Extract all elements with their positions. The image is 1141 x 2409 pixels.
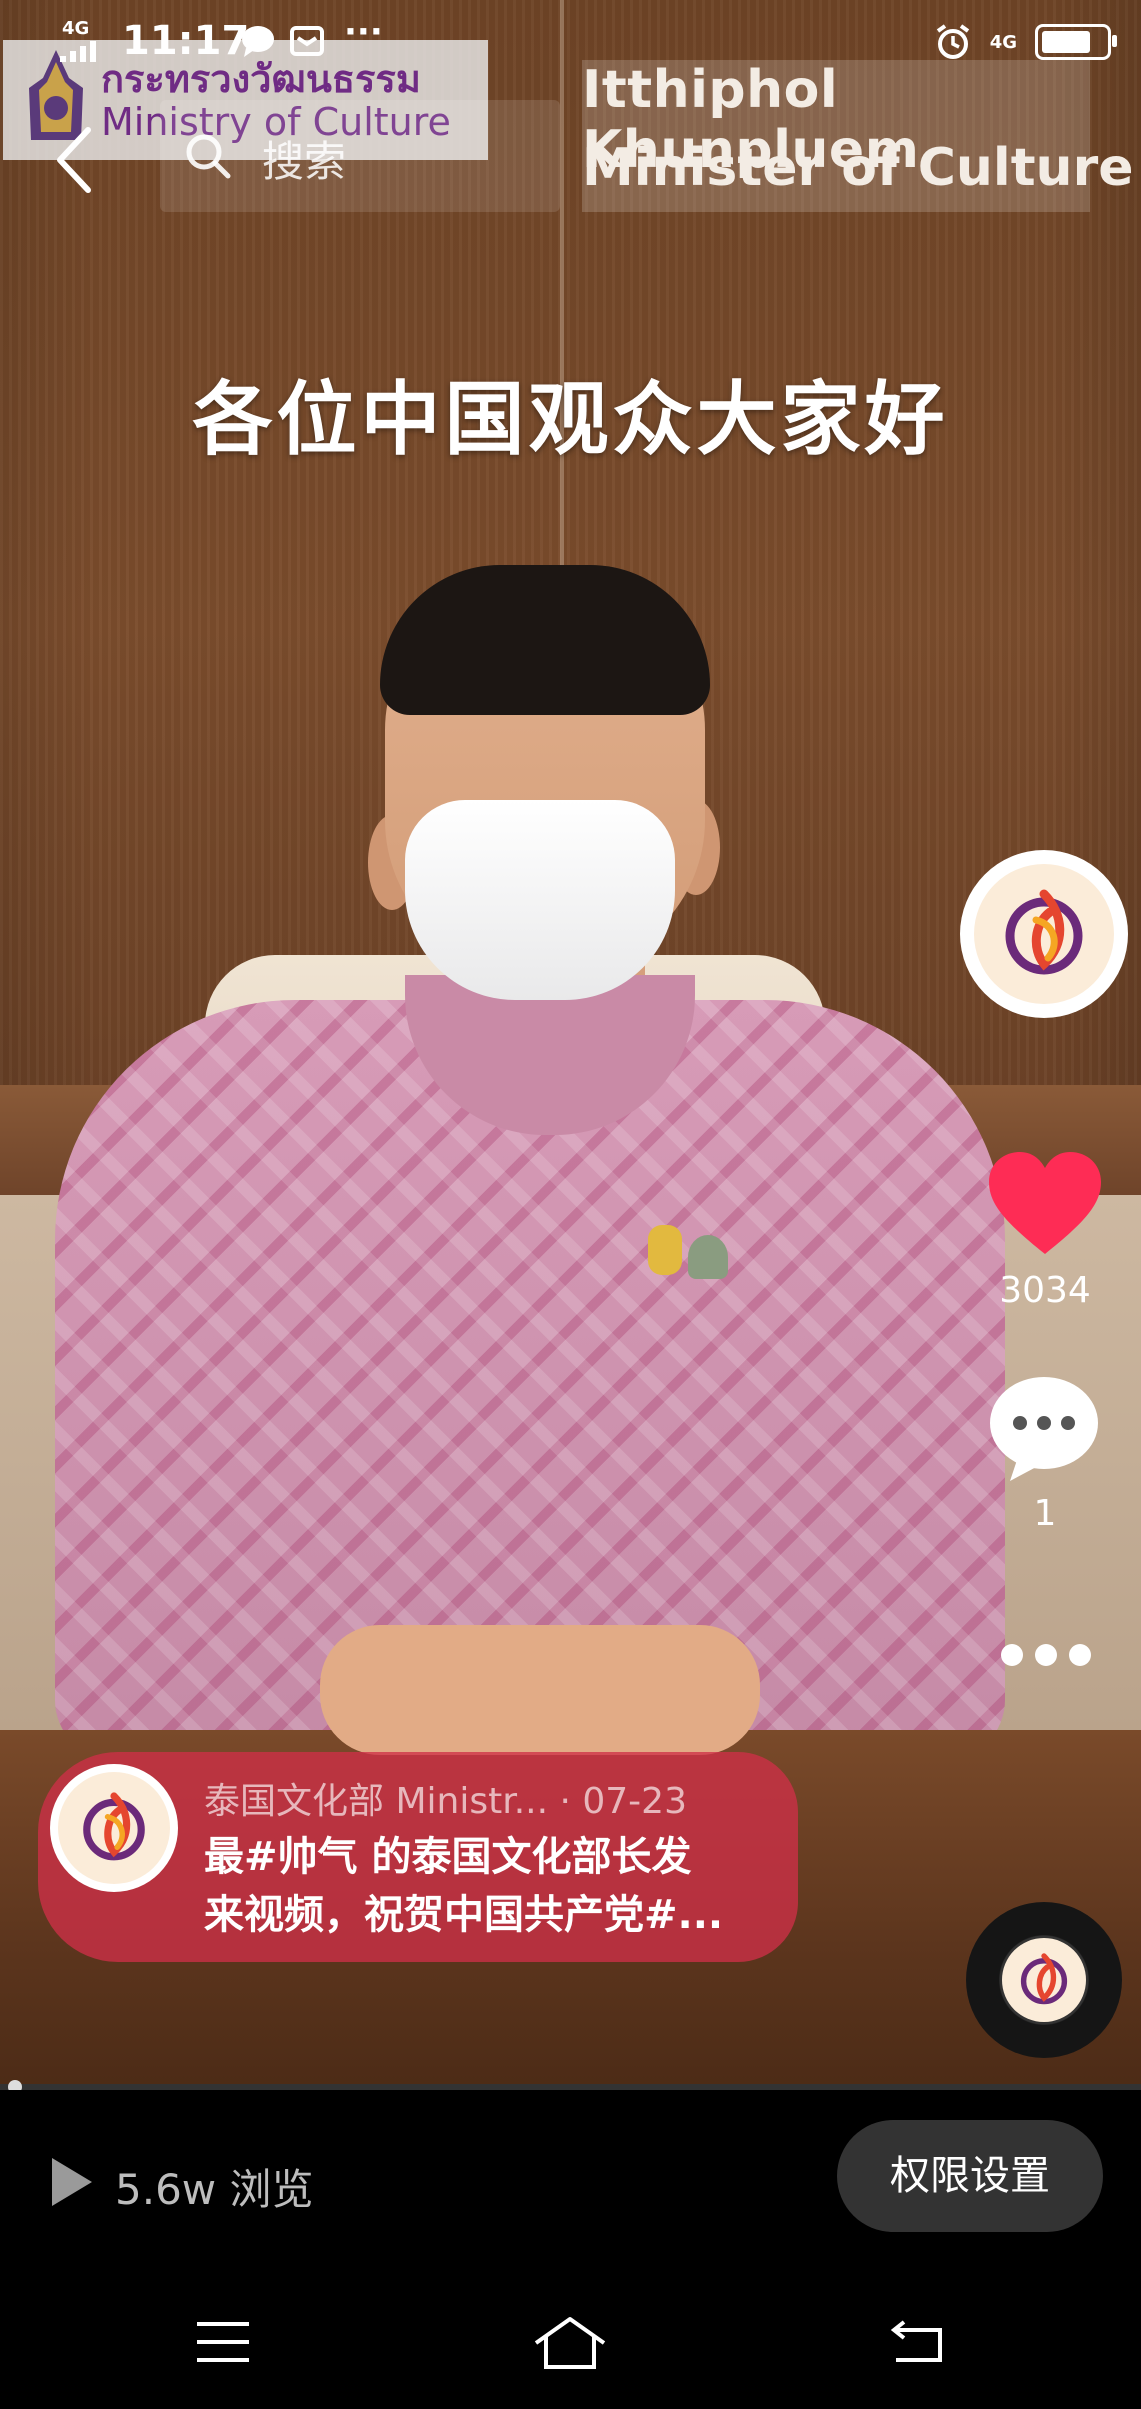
person-hands [320,1625,760,1755]
view-count: 5.6w 浏览 [115,2165,314,2214]
play-icon [52,2158,92,2206]
bottom-bar: 5.6w 浏览 权限设置 [0,2090,1141,2270]
avatar-background [974,864,1114,1004]
clock: 11:17 [122,18,250,64]
like-count: 3034 [999,1270,1091,1311]
search-bar[interactable]: 搜索 [160,100,560,212]
chat-notification-icon [242,26,274,57]
comment-button[interactable] [988,1375,1100,1483]
video-subtitle: 各位中国观众大家好 [192,373,949,466]
alarm-icon [936,24,969,59]
mail-notification-icon [290,26,324,56]
status-right: 4G [934,20,1117,64]
post-info-card[interactable]: 泰国文化部 Ministr... · 07-23 最#帅气 的泰国文化部长发 来… [38,1752,798,1962]
disc-label [1002,1938,1086,2022]
post-caption-line: 来视频，祝贺中国共产党#... [204,1892,724,1938]
search-placeholder: 搜索 [262,137,347,186]
comment-count: 1 [1033,1493,1057,1534]
like-button[interactable] [985,1150,1105,1260]
network-type: 4G [62,18,90,39]
comment-icon [990,1377,1098,1481]
heart-icon [989,1152,1101,1254]
dot [1001,1644,1023,1666]
search-icon [186,134,231,179]
lapel-pin [688,1235,728,1279]
avatar-background [58,1772,170,1884]
system-navigation-bar [0,2270,1141,2409]
dot [1035,1644,1057,1666]
author-avatar[interactable] [960,850,1128,1018]
post-date: · 07-23 [559,1781,687,1822]
music-disc[interactable] [966,1902,1122,2058]
back-nav-icon[interactable] [888,2320,948,2364]
battery-icon [1035,24,1117,60]
person-hair [380,565,710,715]
thai-culture-logo-icon [83,1792,145,1861]
dot [1069,1644,1091,1666]
home-icon[interactable] [532,2315,608,2371]
network-type-right: 4G [989,31,1017,53]
lapel-pin [648,1225,682,1275]
face-mask [405,800,675,1000]
post-meta: 泰国文化部 Ministr... · 07-23 [204,1772,687,1824]
post-caption-line: 最#帅气 的泰国文化部长发 [204,1834,692,1880]
status-bar: 4G 11:17 ··· 4G [0,0,1141,80]
thai-culture-logo-icon [1020,1953,1068,2005]
person-title: Minister of Culture [582,138,1134,198]
more-options-button[interactable] [995,1640,1095,1670]
permission-settings-button[interactable]: 权限设置 [837,2120,1103,2232]
post-author: 泰国文化部 Ministr... [204,1781,549,1822]
signal-icon [60,40,110,62]
chevron-left-icon [57,127,91,193]
post-author-avatar[interactable] [50,1764,178,1892]
menu-icon[interactable] [195,2320,251,2364]
more-notifications: ··· [344,12,383,52]
back-button[interactable] [46,120,106,200]
thai-culture-logo-icon [1005,889,1083,975]
